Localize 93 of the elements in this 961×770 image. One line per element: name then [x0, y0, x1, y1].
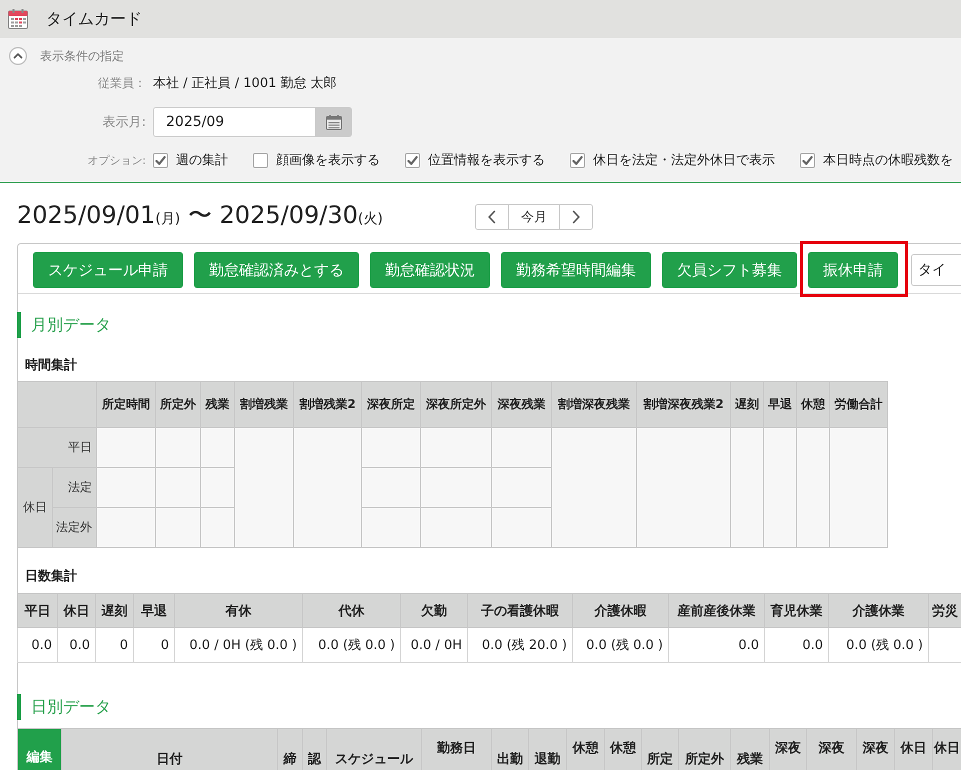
table-header-cell: 認	[302, 728, 326, 770]
table-header-cell: 代休	[302, 594, 400, 628]
option-label[interactable]: 本日時点の休暇残数を	[823, 151, 953, 169]
table-header-cell: 遅刻	[96, 594, 134, 628]
table-header-cell: 勤務日	[422, 728, 492, 770]
field-label: 表示月:	[102, 114, 146, 131]
chevron-right-icon	[572, 210, 580, 224]
table-header-cell: 退勤	[528, 728, 566, 770]
table-header-cell: 深夜	[856, 728, 894, 770]
table-header-cell: 割増深夜残業2	[636, 382, 730, 428]
table-header-cell: 欠勤	[400, 594, 468, 628]
table-header-cell: 介護休暇	[572, 594, 668, 628]
table-header-cell: 介護休業	[828, 594, 928, 628]
table-cell: 0.0	[18, 628, 58, 662]
row-header-cell: 平日	[18, 428, 96, 468]
table-header-cell: 割増残業	[234, 382, 294, 428]
calendar-icon	[326, 114, 342, 130]
table-cell: 0.0	[58, 628, 96, 662]
row-header-cell: 法定	[52, 468, 96, 508]
table-cell: 0.0 (残 0.0 )	[302, 628, 400, 662]
row-header-cell: 休日	[18, 468, 52, 548]
checkbox[interactable]	[800, 152, 815, 168]
table-header-cell: 深夜所定	[362, 382, 420, 428]
table-header-cell: 遅刻	[730, 382, 764, 428]
option-label[interactable]: 週の集計	[176, 151, 228, 169]
calendar-button[interactable]	[315, 107, 352, 137]
table-header-cell: 深夜所定外	[420, 382, 492, 428]
table-cell: 0.0 (残 0.0 )	[828, 628, 928, 662]
table-cell: 0.0 (残 0.0 )	[572, 628, 668, 662]
table-header-cell: 締	[278, 728, 302, 770]
table-header-cell: 育児休業	[764, 594, 828, 628]
table-cell: 0.0	[668, 628, 764, 662]
table-header-cell: 所定外	[156, 382, 200, 428]
table-header-cell: 子の看護休暇	[468, 594, 572, 628]
field-label: オプション:	[86, 152, 146, 168]
checkbox[interactable]	[153, 152, 168, 168]
table-header-cell: 休憩	[566, 728, 604, 770]
panel-title: 表示条件の指定	[40, 48, 124, 64]
table-header-cell: 有休	[174, 594, 302, 628]
option-label[interactable]: 休日を法定・法定外休日で表示	[593, 151, 775, 169]
option-label[interactable]: 位置情報を表示する	[428, 151, 545, 169]
table-header-cell: 労働合計	[830, 382, 888, 428]
option-label[interactable]: 顔画像を表示する	[276, 151, 380, 169]
table-cell: 0	[96, 628, 134, 662]
table-header-cell: 所定	[642, 728, 678, 770]
table-header-cell: 編集	[18, 728, 62, 770]
date-range-heading: 2025/09/01(月) 〜 2025/09/30(火)	[17, 200, 383, 231]
chevron-left-icon	[488, 210, 496, 224]
section-heading: 月別データ	[17, 312, 111, 338]
current-month-button[interactable]: 今月	[509, 204, 560, 230]
table-header-cell: 割増残業2	[294, 382, 362, 428]
table-cell: 0	[134, 628, 174, 662]
table-header-cell: 早退	[134, 594, 174, 628]
table-header-cell: 平日	[18, 594, 58, 628]
subsection-title: 時間集計	[25, 358, 77, 374]
subsection-title: 日数集計	[25, 569, 77, 585]
previous-month-button[interactable]	[475, 204, 509, 230]
row-header-cell: 法定外	[52, 508, 96, 548]
section-heading: 日別データ	[17, 694, 111, 720]
table-cell: 0.0 / 0H (残 0.0 )	[174, 628, 302, 662]
checkbox[interactable]	[253, 152, 268, 168]
table-header-cell: 早退	[764, 382, 796, 428]
table-header-cell: 割増深夜残業	[552, 382, 636, 428]
table-header-cell: 深夜	[806, 728, 856, 770]
calendar-icon	[8, 9, 28, 29]
table-header-cell: 出勤	[492, 728, 528, 770]
table-header-cell: 休憩	[604, 728, 642, 770]
table-header-cell: 産前産後休業	[668, 594, 764, 628]
table-cell: 0.0	[764, 628, 828, 662]
table-header-cell: 深夜残業	[492, 382, 552, 428]
table-header-cell: スケジュール	[326, 728, 422, 770]
employee-value: 本社 / 正社員 / 1001 勤怠 太郎	[153, 75, 337, 92]
month-field[interactable]: 2025/09	[153, 107, 315, 137]
table-header-cell: 所定外	[678, 728, 730, 770]
table-header-cell: 日付	[62, 728, 278, 770]
table-header-cell: 所定時間	[96, 382, 156, 428]
table-header-cell: 残業	[200, 382, 234, 428]
table-header-cell: 休日	[932, 728, 961, 770]
table-header-cell: 休日	[894, 728, 932, 770]
checkbox[interactable]	[405, 152, 420, 168]
toolbar-button[interactable]: タイ	[911, 254, 961, 286]
table-header-cell: 労災	[928, 594, 961, 628]
checkbox[interactable]	[570, 152, 585, 168]
table-cell: 0.0 (残 20.0 )	[468, 628, 572, 662]
table-header-cell: 休憩	[796, 382, 830, 428]
table-cell: 0.0 / 0H	[400, 628, 468, 662]
page-title: タイムカード	[46, 8, 142, 30]
table-header-cell: 深夜	[770, 728, 806, 770]
next-month-button[interactable]	[560, 204, 593, 230]
chevron-up-icon[interactable]	[9, 47, 27, 65]
table-header-cell: 残業	[730, 728, 770, 770]
field-label: 従業員：	[97, 74, 146, 92]
table-header-cell: 休日	[58, 594, 96, 628]
